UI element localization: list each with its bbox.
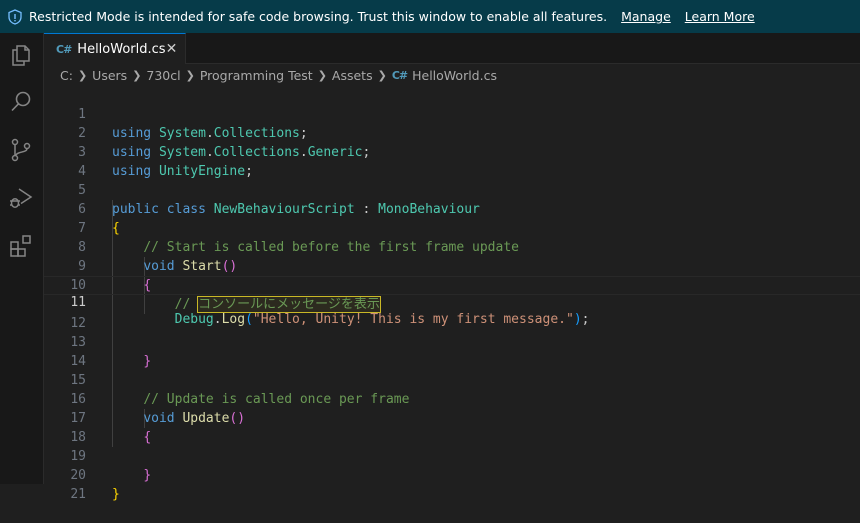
restricted-mode-banner: Restricted Mode is intended for safe cod… — [0, 0, 860, 33]
code-line: 10 // コンソールにメッセージを表示 — [44, 257, 860, 313]
learn-more-link[interactable]: Learn More — [685, 9, 755, 24]
code-line: 2 using System.Collections.Generic; — [44, 105, 860, 160]
close-icon[interactable]: ✕ — [166, 41, 178, 57]
code-line: 17 { — [44, 390, 860, 445]
breadcrumb-item-drive[interactable]: C: — [60, 68, 73, 83]
breadcrumb-item-project[interactable]: Programming Test — [200, 68, 313, 83]
code-line: 8 void Start() — [44, 219, 860, 274]
shield-icon — [8, 8, 22, 25]
code-line: 7 // Start is called before the first fr… — [44, 200, 860, 255]
chevron-right-icon: ❯ — [317, 68, 327, 82]
run-debug-icon[interactable] — [8, 185, 34, 211]
code-line-current: 11 Debug.Log("Hello, Unity! This is my f… — [44, 276, 860, 327]
token: } — [112, 487, 120, 502]
source-control-icon[interactable] — [8, 137, 34, 163]
code-line: 20 } — [44, 447, 860, 502]
search-icon[interactable] — [8, 89, 34, 115]
extensions-icon[interactable] — [8, 233, 34, 259]
code-line: 12 — [44, 295, 860, 331]
breadcrumb: C: ❯ Users ❯ 730cl ❯ Programming Test ❯ … — [44, 64, 860, 86]
activity-bar — [0, 33, 44, 484]
code-editor[interactable]: 1 using System.Collections; 2 using Syst… — [44, 86, 860, 502]
tab-bar: C# HelloWorld.cs ✕ — [44, 33, 860, 64]
code-line: 1 using System.Collections; — [44, 86, 860, 141]
breadcrumb-item-user[interactable]: 730cl — [146, 68, 180, 83]
code-line: 5 public class NewBehaviourScript : Mono… — [44, 162, 860, 217]
csharp-file-icon: C# — [391, 68, 408, 82]
code-line: 9 { — [44, 238, 860, 293]
chevron-right-icon: ❯ — [132, 68, 142, 82]
code-line: 21 — [44, 466, 860, 502]
breadcrumb-item-file[interactable]: HelloWorld.cs — [412, 68, 497, 83]
explorer-icon[interactable] — [8, 42, 34, 68]
banner-message: Restricted Mode is intended for safe cod… — [29, 9, 608, 24]
code-line: 4 — [44, 143, 860, 179]
code-line: 18 — [44, 409, 860, 445]
chevron-right-icon: ❯ — [377, 68, 387, 82]
code-line: 19 } — [44, 428, 860, 483]
csharp-file-icon: C# — [56, 42, 72, 56]
code-line: 16 void Update() — [44, 371, 860, 426]
manage-link[interactable]: Manage — [621, 9, 671, 24]
code-line: 13 } — [44, 314, 860, 369]
chevron-right-icon: ❯ — [77, 68, 88, 82]
code-line: 6 { — [44, 181, 860, 236]
chevron-right-icon: ❯ — [185, 68, 195, 82]
breadcrumb-item-assets[interactable]: Assets — [332, 68, 373, 83]
code-line: 3 using UnityEngine; — [44, 124, 860, 179]
code-line: 15 // Update is called once per frame — [44, 352, 860, 407]
tab-helloworld[interactable]: C# HelloWorld.cs ✕ — [44, 33, 186, 64]
code-line: 14 — [44, 333, 860, 369]
line-number: 21 — [70, 487, 86, 502]
breadcrumb-item-users[interactable]: Users — [92, 68, 127, 83]
tab-label: HelloWorld.cs — [77, 41, 166, 57]
